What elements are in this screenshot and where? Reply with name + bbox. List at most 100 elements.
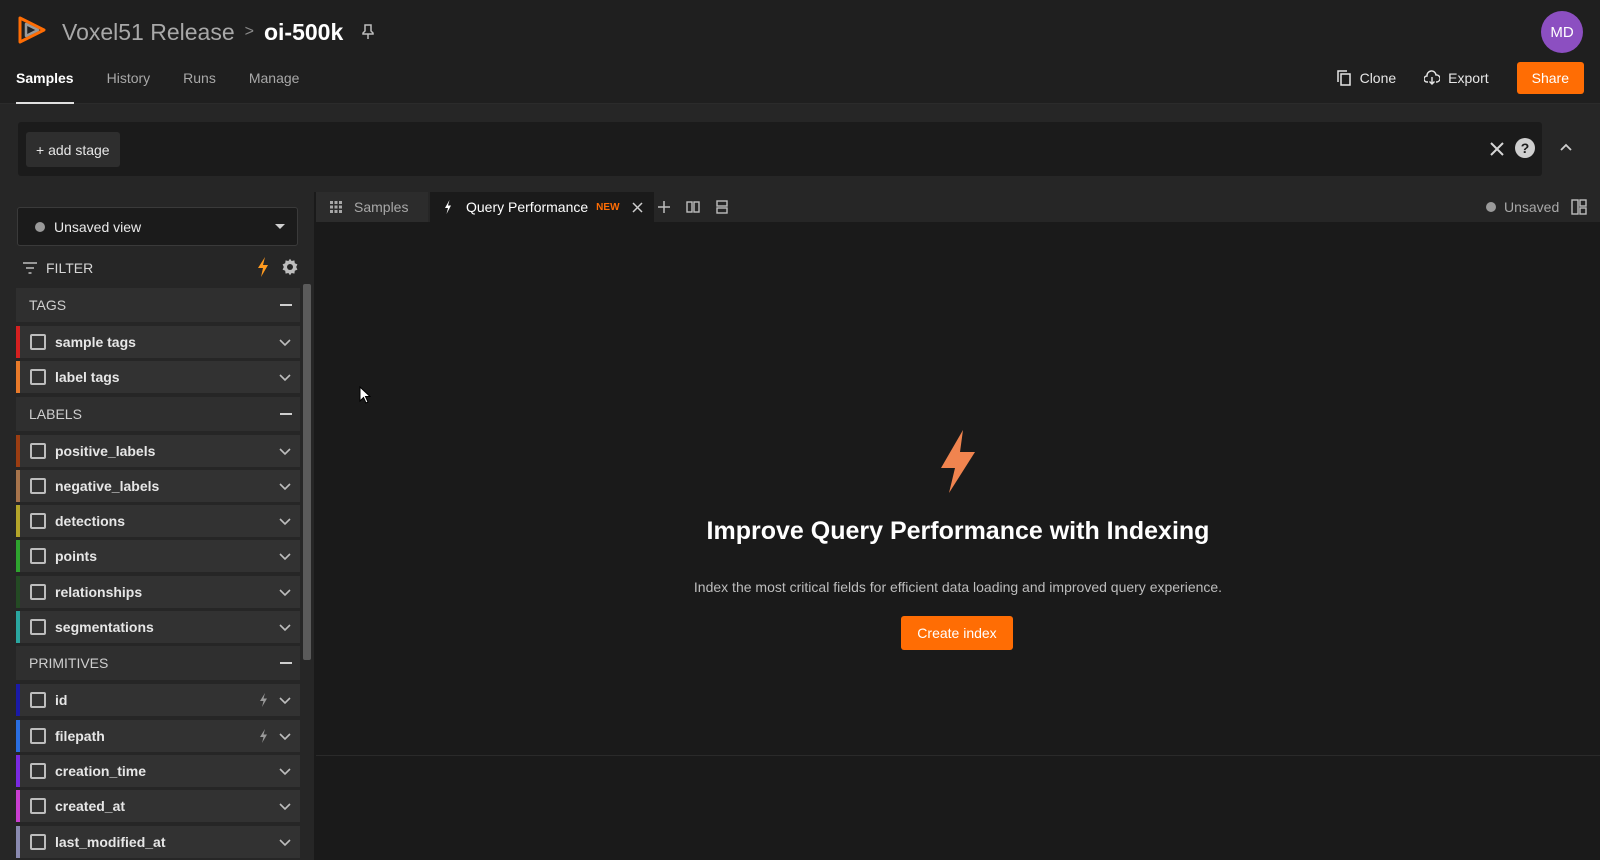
nav-tabs: Samples History Runs Manage bbox=[16, 66, 332, 105]
avatar[interactable]: MD bbox=[1541, 11, 1583, 53]
field-row[interactable]: sample tags bbox=[16, 326, 300, 358]
field-checkbox[interactable] bbox=[30, 833, 46, 850]
group-header-tags[interactable]: TAGS bbox=[16, 288, 300, 322]
field-color-bar bbox=[16, 790, 20, 823]
field-checkbox[interactable] bbox=[30, 798, 46, 815]
close-icon[interactable] bbox=[631, 201, 643, 213]
clone-button[interactable]: Clone bbox=[1336, 70, 1396, 86]
unsaved-dot bbox=[1486, 202, 1496, 212]
tab-query-performance[interactable]: Query Performance NEW bbox=[430, 192, 654, 222]
field-checkbox[interactable] bbox=[30, 619, 46, 636]
field-checkbox[interactable] bbox=[30, 369, 46, 386]
view-select-label: Unsaved view bbox=[54, 218, 142, 235]
unsaved-indicator[interactable]: Unsaved bbox=[1486, 192, 1559, 222]
help-icon[interactable]: ? bbox=[1515, 138, 1535, 158]
field-row[interactable]: last_modified_at bbox=[16, 825, 300, 858]
collapse-minus-icon[interactable] bbox=[280, 304, 292, 306]
lightning-icon[interactable] bbox=[256, 257, 270, 277]
layout-icon[interactable] bbox=[1571, 199, 1587, 215]
tab-history[interactable]: History bbox=[107, 66, 151, 105]
group-header-primitives[interactable]: PRIMITIVES bbox=[16, 646, 300, 681]
field-color-bar bbox=[16, 719, 20, 752]
chevron-down-icon[interactable] bbox=[279, 694, 291, 706]
field-checkbox[interactable] bbox=[30, 548, 46, 565]
chevron-down-icon[interactable] bbox=[279, 765, 291, 777]
saved-view-select[interactable]: Unsaved view bbox=[17, 207, 298, 246]
field-row[interactable]: points bbox=[16, 540, 300, 573]
chevron-down-icon[interactable] bbox=[279, 515, 291, 527]
chevron-down-icon[interactable] bbox=[279, 371, 291, 383]
tab-label: Query Performance bbox=[466, 199, 589, 215]
field-label: points bbox=[55, 548, 97, 565]
field-checkbox[interactable] bbox=[30, 513, 46, 530]
chevron-up-icon[interactable] bbox=[1558, 140, 1574, 156]
tab-samples[interactable]: Samples bbox=[16, 66, 74, 105]
field-label: relationships bbox=[55, 583, 143, 600]
field-row[interactable]: creation_time bbox=[16, 754, 300, 787]
field-checkbox[interactable] bbox=[30, 762, 46, 779]
breadcrumb-dataset[interactable]: oi-500k bbox=[264, 19, 343, 46]
add-panel-icon[interactable] bbox=[657, 200, 671, 214]
field-row[interactable]: negative_labels bbox=[16, 469, 300, 502]
split-horizontal-icon[interactable] bbox=[686, 200, 700, 214]
pin-icon[interactable] bbox=[361, 24, 375, 40]
lower-panel-area bbox=[316, 756, 1600, 860]
field-color-bar bbox=[16, 469, 20, 502]
tab-runs[interactable]: Runs bbox=[183, 66, 216, 105]
group-header-labels[interactable]: LABELS bbox=[16, 396, 300, 431]
field-row[interactable]: created_at bbox=[16, 790, 300, 823]
voxel51-logo-icon[interactable] bbox=[16, 14, 48, 46]
copy-icon bbox=[1336, 70, 1351, 86]
lightning-icon bbox=[260, 693, 267, 708]
cloud-download-icon bbox=[1424, 70, 1441, 85]
chevron-down-icon[interactable] bbox=[279, 550, 291, 562]
chevron-down-icon[interactable] bbox=[279, 445, 291, 457]
field-color-bar bbox=[16, 361, 20, 394]
field-checkbox[interactable] bbox=[30, 442, 46, 459]
create-index-button[interactable]: Create index bbox=[901, 616, 1013, 650]
field-row[interactable]: relationships bbox=[16, 575, 300, 608]
field-label: filepath bbox=[55, 727, 105, 744]
field-label: sample tags bbox=[55, 334, 136, 350]
split-vertical-icon[interactable] bbox=[715, 200, 729, 214]
chevron-down-icon[interactable] bbox=[279, 730, 291, 742]
field-row[interactable]: segmentations bbox=[16, 611, 300, 644]
view-status-dot bbox=[35, 221, 45, 232]
chevron-down-icon[interactable] bbox=[279, 336, 291, 348]
tab-manage[interactable]: Manage bbox=[249, 66, 300, 105]
field-checkbox[interactable] bbox=[30, 334, 46, 350]
breadcrumb-app[interactable]: Voxel51 Release bbox=[62, 19, 235, 46]
filter-icon bbox=[23, 262, 37, 274]
chevron-down-icon[interactable] bbox=[279, 480, 291, 492]
field-row[interactable]: detections bbox=[16, 505, 300, 538]
gear-icon[interactable] bbox=[280, 257, 300, 277]
field-row[interactable]: positive_labels bbox=[16, 434, 300, 467]
field-checkbox[interactable] bbox=[30, 583, 46, 600]
breadcrumb-separator: > bbox=[244, 23, 254, 40]
lightning-icon bbox=[445, 200, 451, 214]
share-button[interactable]: Share bbox=[1516, 62, 1584, 94]
export-button[interactable]: Export bbox=[1424, 70, 1489, 86]
collapse-minus-icon[interactable] bbox=[280, 412, 292, 415]
chevron-down-icon[interactable] bbox=[279, 800, 291, 812]
close-icon[interactable] bbox=[1486, 138, 1508, 160]
tab-samples-panel[interactable]: Samples bbox=[316, 192, 428, 222]
field-list: TAGS sample tags label tags LABELS posit… bbox=[16, 288, 300, 860]
field-color-bar bbox=[16, 684, 20, 717]
field-row[interactable]: id bbox=[16, 684, 300, 717]
field-color-bar bbox=[16, 825, 20, 858]
lightning-icon bbox=[260, 728, 267, 743]
field-checkbox[interactable] bbox=[30, 477, 46, 494]
chevron-down-icon[interactable] bbox=[279, 836, 291, 848]
field-checkbox[interactable] bbox=[30, 727, 46, 744]
field-color-bar bbox=[16, 754, 20, 787]
collapse-minus-icon[interactable] bbox=[280, 662, 292, 665]
add-stage-button[interactable]: + add stage bbox=[26, 132, 120, 167]
chevron-down-icon[interactable] bbox=[279, 586, 291, 598]
sidebar-scrollbar[interactable] bbox=[303, 284, 311, 660]
chevron-down-icon[interactable] bbox=[279, 621, 291, 633]
field-checkbox[interactable] bbox=[30, 692, 46, 709]
field-row[interactable]: filepath bbox=[16, 719, 300, 752]
field-row[interactable]: label tags bbox=[16, 361, 300, 394]
field-label: segmentations bbox=[55, 619, 154, 636]
